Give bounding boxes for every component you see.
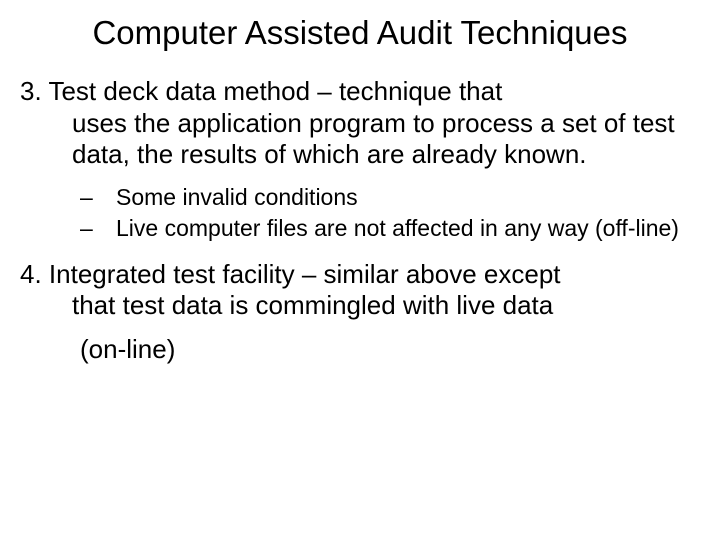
dash-icon: – [76,183,116,212]
sublist: – Some invalid conditions – Live compute… [76,183,700,243]
item-text-cont: uses the application program to process … [72,108,700,171]
dash-icon: – [76,214,116,243]
item-text: Integrated test facility – similar above… [49,259,561,289]
slide-title: Computer Assisted Audit Techniques [20,14,700,52]
item-number: 3. [20,76,42,106]
sub-item: – Some invalid conditions [76,183,700,212]
sub-item: – Live computer files are not affected i… [76,214,700,243]
item-text-cont: that test data is commingled with live d… [72,290,553,320]
sub-item-text: Live computer files are not affected in … [116,214,700,243]
item-text-tail: (on-line) [80,334,700,366]
item-number: 4. [20,259,42,289]
list-item-3: 3. Test deck data method – technique tha… [20,76,700,171]
sub-item-text: Some invalid conditions [116,183,700,212]
list-item-4: 4. Integrated test facility – similar ab… [20,259,700,322]
item-text: Test deck data method – technique that [48,76,502,106]
